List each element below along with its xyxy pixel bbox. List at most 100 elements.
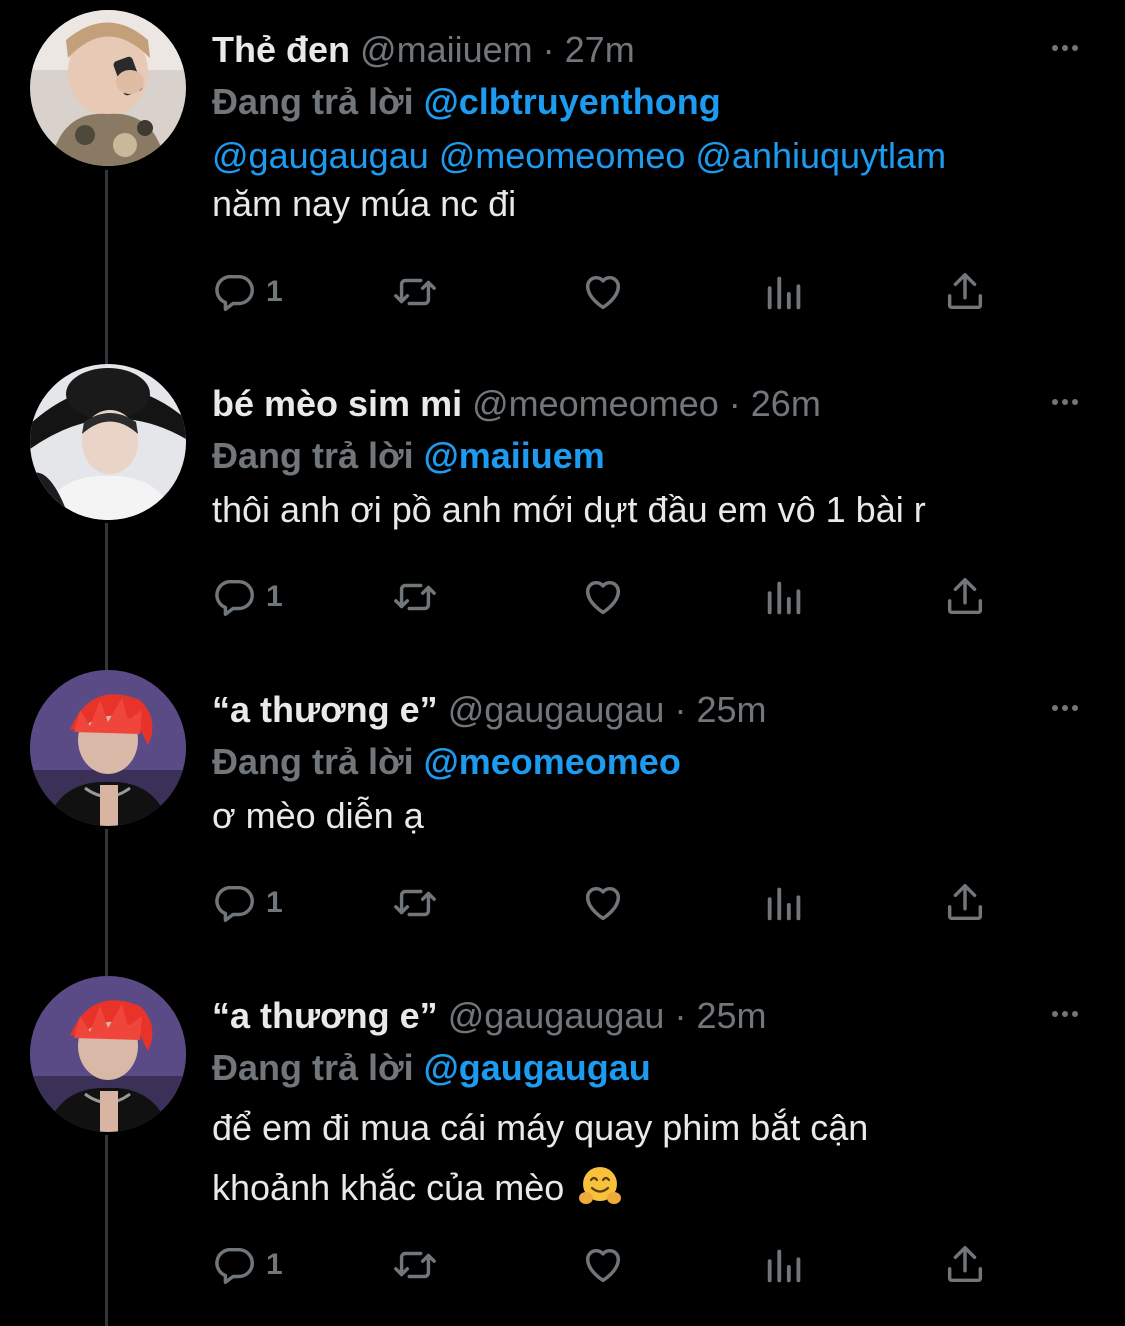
- views-button[interactable]: [762, 267, 808, 317]
- retweet-button[interactable]: [392, 267, 438, 317]
- tweet-header: “a thương e” @gaugaugau · 25m: [212, 994, 1085, 1038]
- retweet-button[interactable]: [392, 572, 438, 622]
- action-bar: 1: [212, 878, 1012, 928]
- more-icon[interactable]: [1045, 382, 1085, 422]
- separator-dot: ·: [674, 689, 687, 730]
- handle[interactable]: @meomeomeo: [472, 383, 719, 424]
- replying-mention-link[interactable]: @clbtruyenthong: [424, 81, 721, 122]
- retweet-icon: [394, 583, 436, 611]
- share-button[interactable]: [942, 267, 988, 317]
- replying-mention-link[interactable]: @meomeomeo: [424, 741, 681, 782]
- display-name[interactable]: “a thương e”: [212, 689, 438, 730]
- tweet[interactable]: bé mèo sim mi @meomeomeo · 26m Đang trả …: [0, 364, 1125, 664]
- replying-to: Đang trả lời @clbtruyenthong: [212, 80, 721, 124]
- tweet-text: ơ mèo diễn ạ: [212, 792, 1085, 840]
- views-button[interactable]: [762, 1240, 808, 1290]
- like-icon: [585, 1248, 621, 1283]
- views-icon: [767, 276, 801, 310]
- share-icon: [947, 578, 983, 615]
- tweet[interactable]: “a thương e” @gaugaugau · 25m Đang trả l…: [0, 670, 1125, 970]
- replying-to: Đang trả lời @gaugaugau: [212, 1046, 651, 1090]
- retweet-button[interactable]: [392, 1240, 438, 1290]
- views-button[interactable]: [762, 878, 808, 928]
- display-name[interactable]: “a thương e”: [212, 995, 438, 1036]
- views-button[interactable]: [762, 572, 808, 622]
- action-bar: 1: [212, 267, 1012, 317]
- reply-button[interactable]: 1: [212, 1240, 283, 1290]
- separator-dot: ·: [542, 29, 555, 70]
- tweet-text: thôi anh ơi pồ anh mới dựt đầu em vô 1 b…: [212, 486, 1085, 534]
- tweet[interactable]: Thẻ đen @maiiuem · 27m Đang trả lời @clb…: [0, 10, 1125, 350]
- share-button[interactable]: [942, 878, 988, 928]
- like-button[interactable]: [580, 878, 626, 928]
- replying-to: Đang trả lời @meomeomeo: [212, 740, 681, 784]
- more-icon[interactable]: [1045, 688, 1085, 728]
- display-name[interactable]: bé mèo sim mi: [212, 383, 462, 424]
- hugging-face-emoji: [579, 1167, 622, 1204]
- reply-count: 1: [266, 1248, 283, 1281]
- reply-button[interactable]: 1: [212, 572, 283, 622]
- tweet-text: @gaugaugau @meomeomeo @anhiuquytlam năm …: [212, 132, 1085, 228]
- reply-icon: [215, 885, 254, 922]
- tweet-text-line: thôi anh ơi pồ anh mới dựt đầu em vô 1 b…: [212, 489, 926, 530]
- handle[interactable]: @gaugaugau: [448, 995, 665, 1036]
- avatar[interactable]: [30, 670, 186, 826]
- tweet-header: “a thương e” @gaugaugau · 25m: [212, 688, 1085, 732]
- like-button[interactable]: [580, 267, 626, 317]
- replying-label: Đang trả lời: [212, 81, 414, 122]
- replying-label: Đang trả lời: [212, 435, 414, 476]
- tweet-header: Thẻ đen @maiiuem · 27m: [212, 28, 1085, 72]
- like-button[interactable]: [580, 572, 626, 622]
- action-bar: 1: [212, 1240, 1012, 1290]
- display-name[interactable]: Thẻ đen: [212, 29, 350, 70]
- reply-button[interactable]: 1: [212, 878, 283, 928]
- like-icon: [585, 580, 621, 615]
- timestamp[interactable]: 25m: [696, 995, 766, 1036]
- action-bar: 1: [212, 572, 1012, 622]
- share-button[interactable]: [942, 1240, 988, 1290]
- reply-icon: [215, 579, 254, 616]
- handle[interactable]: @maiiuem: [360, 29, 533, 70]
- like-icon: [585, 275, 621, 310]
- timestamp[interactable]: 26m: [751, 383, 821, 424]
- avatar[interactable]: [30, 976, 186, 1132]
- views-icon: [767, 581, 801, 615]
- handle[interactable]: @gaugaugau: [448, 689, 665, 730]
- tweet-text-line: khoảnh khắc của mèo: [212, 1167, 565, 1208]
- separator-dot: ·: [674, 995, 687, 1036]
- timestamp[interactable]: 27m: [565, 29, 635, 70]
- tweet-text-line: năm nay múa nc đi: [212, 183, 517, 224]
- replying-mention-link[interactable]: @gaugaugau: [424, 1047, 651, 1088]
- avatar[interactable]: [30, 364, 186, 520]
- tweet-header: bé mèo sim mi @meomeomeo · 26m: [212, 382, 1085, 426]
- reply-count: 1: [266, 580, 283, 613]
- retweet-icon: [394, 1251, 436, 1279]
- tweet[interactable]: “a thương e” @gaugaugau · 25m Đang trả l…: [0, 976, 1125, 1326]
- timestamp[interactable]: 25m: [696, 689, 766, 730]
- reply-count: 1: [266, 275, 283, 308]
- retweet-button[interactable]: [392, 878, 438, 928]
- tweet-text-line: để em đi mua cái máy quay phim bắt cận: [212, 1107, 869, 1148]
- avatar[interactable]: [30, 10, 186, 166]
- share-icon: [947, 1246, 983, 1283]
- replying-to: Đang trả lời @maiiuem: [212, 434, 605, 478]
- views-icon: [767, 1249, 801, 1283]
- replying-label: Đang trả lời: [212, 1047, 414, 1088]
- more-icon[interactable]: [1045, 28, 1085, 68]
- share-button[interactable]: [942, 572, 988, 622]
- views-icon: [767, 887, 801, 921]
- reply-count: 1: [266, 886, 283, 919]
- reply-button[interactable]: 1: [212, 267, 283, 317]
- share-icon: [947, 884, 983, 921]
- like-button[interactable]: [580, 1240, 626, 1290]
- tweet-text: để em đi mua cái máy quay phim bắt cận k…: [212, 1098, 1085, 1218]
- retweet-icon: [394, 278, 436, 306]
- tweet-text-line-2: khoảnh khắc của mèo: [212, 1158, 1085, 1218]
- retweet-icon: [394, 889, 436, 917]
- separator-dot: ·: [728, 383, 741, 424]
- replying-mention-link[interactable]: @maiiuem: [424, 435, 605, 476]
- more-icon[interactable]: [1045, 994, 1085, 1034]
- replying-label: Đang trả lời: [212, 741, 414, 782]
- share-icon: [947, 273, 983, 310]
- mention-links[interactable]: @gaugaugau @meomeomeo @anhiuquytlam: [212, 132, 1085, 180]
